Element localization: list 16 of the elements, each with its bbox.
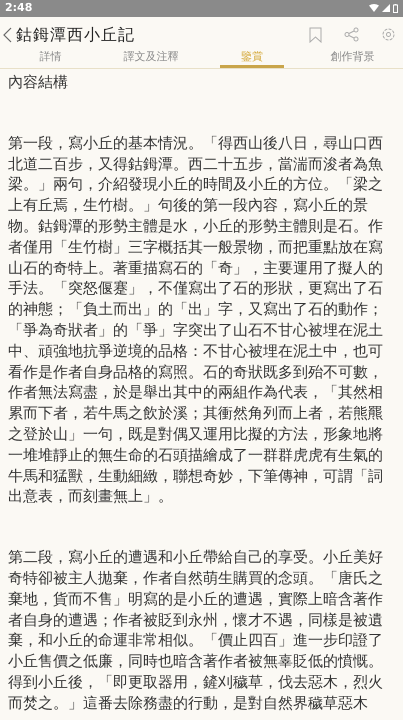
- paragraph: 第二段，寫小丘的遭遇和小丘帶給自己的享受。小丘美好奇特卻被主人拋棄，作者自然萌生購買的念頭。「唐氏之棄地，貨而不售」明寫的是小丘的遭遇，實際上暗含著作者自身的遭遇；作者被貶到永州，懷才不遇，同樣是被遺棄，和小丘的命運非常相似。「價止四百」進一步印證了小丘售價之低廉，同時也暗含著作者被無辜貶低的憤慨。得到小丘後，「即更取器用，鏟刈穢草，伐去惡木，烈火而焚之。」這番去除務盡的行動，是對自然界穢草惡木: [8, 547, 384, 714]
- tab[interactable]: 鑒賞: [220, 48, 284, 68]
- status-time: 2:48: [5, 0, 32, 16]
- section-heading: 內容結構: [8, 72, 69, 93]
- bookmark-icon[interactable]: [309, 26, 322, 42]
- tab[interactable]: 詳情: [18, 48, 83, 68]
- tab[interactable]: 創作背景: [320, 48, 385, 68]
- page-title: 鈷鉧潭西小丘記: [16, 24, 135, 46]
- settings-icon[interactable]: [381, 27, 396, 42]
- paragraph: 第一段，寫小丘的基本情況。「得西山後八日，尋山口西北道二百步，又得鈷鉧潭。西二十五步，當湍而浚者為魚梁。」兩句，介紹發現小丘的時間及小丘的方位。「梁之上有丘焉，生竹樹。」句後的第一段內容，寫小丘的景物。鈷鉧潭的形勢主體是水，小丘的形勢主體則是石。作者僅用「生竹樹」三字概括其一般景物，而把重點放在寫山石的奇特上。著重描寫石的「奇」，主要運用了擬人的手法。「突怒偃蹇」，不僅寫出了石的形狀，更寫出了石的神態；「負土而出」的「出」字，又寫出了石的動作；「爭為奇狀者」的「爭」字突出了山石不甘心被埋在泥土中、頑強地抗爭逆境的品格：不甘心被埋在泥土中，也可看作是作者自身品格的寫照。石的奇狀既多到殆不可數，作者無法寫盡，於是舉出其中的兩組作為代表，「其然相累而下者，若牛馬之飲於溪；其衝然角列而上者，若熊羆之登於山」一句，既是對偶又運用比擬的方法，形象地將一堆堆靜止的無生命的石頭描繪成了一群群虎虎有生氣的牛馬和猛獸，生動細緻，聯想奇妙，下筆傳神，可謂「詞出意表，而刻畫無上」。: [8, 132, 384, 508]
- tab[interactable]: 譯文及注釋: [118, 48, 184, 68]
- share-icon[interactable]: [344, 27, 359, 42]
- signal-icon: [382, 4, 390, 12]
- wifi-icon: [369, 4, 379, 12]
- battery-icon: [393, 4, 398, 13]
- back-icon: [3, 26, 12, 42]
